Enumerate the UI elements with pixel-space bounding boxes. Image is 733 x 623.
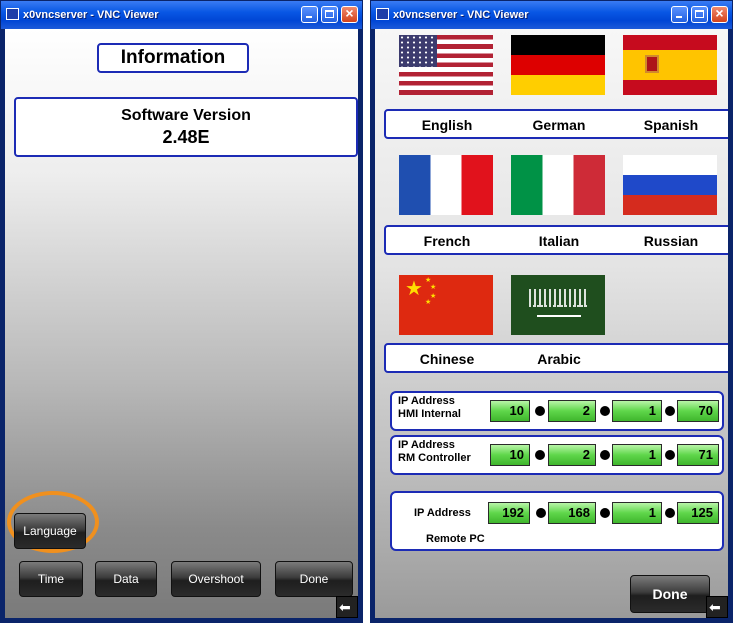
- language-row-3: Chinese Arabic: [384, 343, 728, 373]
- data-button[interactable]: Data: [95, 561, 157, 597]
- vnc-app-icon: [6, 8, 19, 20]
- close-button[interactable]: ×: [711, 5, 728, 23]
- ip-hmi-internal-panel: IP Address HMI Internal 10 2 1 70: [390, 391, 724, 431]
- ip-octet-field[interactable]: 192: [488, 502, 530, 524]
- russia-flag-icon[interactable]: [623, 155, 717, 215]
- minimize-button[interactable]: [301, 6, 318, 23]
- ip-octet-field[interactable]: 71: [677, 444, 719, 466]
- spain-flag-icon[interactable]: [623, 35, 717, 95]
- ip-octet-field[interactable]: 168: [548, 502, 596, 524]
- vnc-app-icon: [376, 8, 389, 20]
- language-french[interactable]: French: [400, 233, 494, 249]
- minimize-button[interactable]: [671, 6, 688, 23]
- france-flag-icon[interactable]: [399, 155, 493, 215]
- us-flag-icon[interactable]: [399, 35, 493, 95]
- ip-label: IP Address HMI Internal: [398, 395, 461, 421]
- vnc-window-information: x0vncserver - VNC Viewer × Information S…: [0, 0, 363, 623]
- language-chinese[interactable]: Chinese: [400, 351, 494, 367]
- ip-label-line2: Remote PC: [426, 533, 485, 545]
- overshoot-button[interactable]: Overshoot: [171, 561, 261, 597]
- ip-remote-pc-panel: IP Address Remote PC 192 168 1 125: [390, 491, 724, 551]
- ip-octet-field[interactable]: 10: [490, 400, 530, 422]
- china-flag-icon[interactable]: ★ ★ ★ ★ ★: [399, 275, 493, 335]
- back-button[interactable]: ⬅: [336, 596, 358, 618]
- ip-octet-field[interactable]: 10: [490, 444, 530, 466]
- language-russian[interactable]: Russian: [624, 233, 718, 249]
- vnc-window-language: x0vncserver - VNC Viewer × English Germa…: [370, 0, 733, 623]
- language-german[interactable]: German: [512, 117, 606, 133]
- page-title: Information: [97, 43, 249, 73]
- language-row-2: French Italian Russian: [384, 225, 728, 255]
- ip-label-line1: IP Address: [398, 439, 455, 451]
- ip-separator-dot: [600, 450, 610, 460]
- title-bar[interactable]: x0vncserver - VNC Viewer ×: [371, 1, 732, 29]
- ip-separator-dot: [665, 508, 675, 518]
- ip-octet-field[interactable]: 1: [612, 502, 662, 524]
- italy-flag-icon[interactable]: [511, 155, 605, 215]
- language-spanish[interactable]: Spanish: [624, 117, 718, 133]
- ip-label-line1: IP Address: [398, 395, 455, 407]
- ip-label-line2: HMI Internal: [398, 408, 461, 420]
- back-button[interactable]: ⬅: [706, 596, 728, 618]
- language-button[interactable]: Language: [14, 513, 86, 549]
- maximize-button[interactable]: [321, 6, 338, 23]
- ip-label: IP Address RM Controller: [398, 439, 471, 465]
- minimize-icon: [306, 16, 312, 18]
- ip-octet-field[interactable]: 1: [612, 444, 662, 466]
- information-screen: Information Software Version 2.48E Langu…: [5, 29, 358, 618]
- ip-label-line1: IP Address: [414, 507, 471, 519]
- time-button[interactable]: Time: [19, 561, 83, 597]
- language-italian[interactable]: Italian: [512, 233, 606, 249]
- minimize-icon: [676, 16, 682, 18]
- ip-octet-field[interactable]: 2: [548, 444, 596, 466]
- ip-separator-dot: [535, 406, 545, 416]
- language-arabic[interactable]: Arabic: [512, 351, 606, 367]
- close-button[interactable]: ×: [341, 5, 358, 23]
- saudi-arabia-flag-icon[interactable]: [511, 275, 605, 335]
- window-title: x0vncserver - VNC Viewer: [23, 9, 159, 21]
- language-english[interactable]: English: [400, 117, 494, 133]
- left-arrow-icon: ⬅: [339, 599, 351, 615]
- done-button[interactable]: Done: [275, 561, 353, 597]
- window-title: x0vncserver - VNC Viewer: [393, 9, 529, 21]
- ip-octet-field[interactable]: 1: [612, 400, 662, 422]
- title-bar[interactable]: x0vncserver - VNC Viewer ×: [1, 1, 362, 29]
- done-button[interactable]: Done: [630, 575, 710, 613]
- ip-octet-field[interactable]: 70: [677, 400, 719, 422]
- software-version-value: 2.48E: [162, 127, 210, 147]
- ip-separator-dot: [665, 450, 675, 460]
- ip-separator-dot: [536, 508, 546, 518]
- ip-octet-field[interactable]: 125: [677, 502, 719, 524]
- maximize-button[interactable]: [691, 6, 708, 23]
- ip-separator-dot: [665, 406, 675, 416]
- ip-octet-field[interactable]: 2: [548, 400, 596, 422]
- ip-label-line2: RM Controller: [398, 452, 471, 464]
- left-arrow-icon: ⬅: [709, 599, 721, 615]
- software-version-label: Software Version: [121, 107, 251, 124]
- germany-flag-icon[interactable]: [511, 35, 605, 95]
- language-screen: English German Spanish French Italian Ru…: [375, 29, 728, 618]
- ip-separator-dot: [600, 406, 610, 416]
- maximize-icon: [325, 10, 334, 18]
- maximize-icon: [695, 10, 704, 18]
- ip-separator-dot: [535, 450, 545, 460]
- software-version-panel: Software Version 2.48E: [14, 97, 358, 157]
- close-icon: ×: [345, 5, 354, 21]
- language-row-1: English German Spanish: [384, 109, 728, 139]
- ip-separator-dot: [600, 508, 610, 518]
- ip-rm-controller-panel: IP Address RM Controller 10 2 1 71: [390, 435, 724, 475]
- close-icon: ×: [715, 5, 724, 21]
